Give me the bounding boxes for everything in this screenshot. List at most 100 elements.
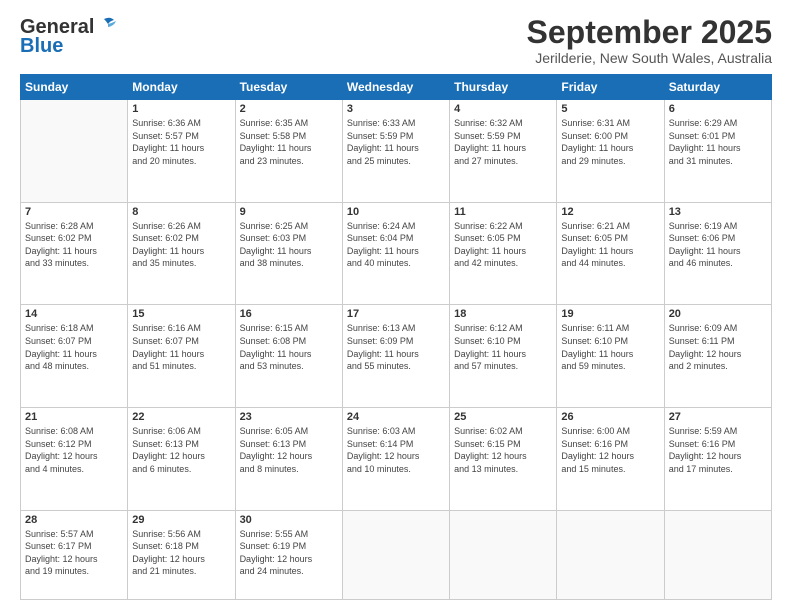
day-number: 26 bbox=[561, 411, 659, 423]
day-number: 25 bbox=[454, 411, 552, 423]
day-info: Sunrise: 6:33 AM Sunset: 5:59 PM Dayligh… bbox=[347, 117, 445, 167]
logo-blue-text: Blue bbox=[20, 35, 63, 58]
page: General Blue September 2025 Jerilderie, … bbox=[0, 0, 792, 612]
day-info: Sunrise: 6:02 AM Sunset: 6:15 PM Dayligh… bbox=[454, 425, 552, 475]
logo: General Blue bbox=[20, 16, 118, 58]
calendar-cell: 4 Sunrise: 6:32 AM Sunset: 5:59 PM Daylig… bbox=[450, 100, 557, 203]
calendar-cell: 14Sunrise: 6:18 AM Sunset: 6:07 PM Dayli… bbox=[21, 305, 128, 408]
day-info: Sunrise: 6:09 AM Sunset: 6:11 PM Dayligh… bbox=[669, 322, 767, 372]
day-info: Sunrise: 5:57 AM Sunset: 6:17 PM Dayligh… bbox=[25, 528, 123, 578]
day-info: Sunrise: 6:08 AM Sunset: 6:12 PM Dayligh… bbox=[25, 425, 123, 475]
day-number: 19 bbox=[561, 308, 659, 320]
calendar-cell: 3 Sunrise: 6:33 AM Sunset: 5:59 PM Daylig… bbox=[342, 100, 449, 203]
logo-bird-icon bbox=[96, 15, 118, 37]
calendar-cell: 12 Sunrise: 6:21 AM Sunset: 6:05 PM Dayli… bbox=[557, 202, 664, 305]
day-number: 9 bbox=[240, 206, 338, 218]
day-number: 1 bbox=[132, 103, 230, 115]
day-info: Sunrise: 6:13 AM Sunset: 6:09 PM Dayligh… bbox=[347, 322, 445, 372]
day-info: Sunrise: 6:12 AM Sunset: 6:10 PM Dayligh… bbox=[454, 322, 552, 372]
calendar-cell: 22 Sunrise: 6:06 AM Sunset: 6:13 PM Dayli… bbox=[128, 407, 235, 510]
calendar-cell: 23Sunrise: 6:05 AM Sunset: 6:13 PM Dayli… bbox=[235, 407, 342, 510]
calendar-cell: 25 Sunrise: 6:02 AM Sunset: 6:15 PM Dayli… bbox=[450, 407, 557, 510]
calendar-cell bbox=[342, 510, 449, 599]
day-info: Sunrise: 6:26 AM Sunset: 6:02 PM Dayligh… bbox=[132, 220, 230, 270]
calendar-cell: 9Sunrise: 6:25 AM Sunset: 6:03 PM Daylig… bbox=[235, 202, 342, 305]
header: General Blue September 2025 Jerilderie, … bbox=[20, 16, 772, 66]
day-number: 15 bbox=[132, 308, 230, 320]
day-number: 11 bbox=[454, 206, 552, 218]
day-number: 10 bbox=[347, 206, 445, 218]
header-sunday: Sunday bbox=[21, 75, 128, 100]
header-wednesday: Wednesday bbox=[342, 75, 449, 100]
day-number: 20 bbox=[669, 308, 767, 320]
calendar-cell: 24 Sunrise: 6:03 AM Sunset: 6:14 PM Dayli… bbox=[342, 407, 449, 510]
calendar-cell bbox=[450, 510, 557, 599]
calendar-cell bbox=[21, 100, 128, 203]
day-info: Sunrise: 6:18 AM Sunset: 6:07 PM Dayligh… bbox=[25, 322, 123, 372]
calendar-cell bbox=[557, 510, 664, 599]
calendar-cell: 30 Sunrise: 5:55 AM Sunset: 6:19 PM Dayli… bbox=[235, 510, 342, 599]
calendar-cell: 10 Sunrise: 6:24 AM Sunset: 6:04 PM Dayli… bbox=[342, 202, 449, 305]
calendar-cell: 1 Sunrise: 6:36 AM Sunset: 5:57 PM Daylig… bbox=[128, 100, 235, 203]
calendar-cell: 16Sunrise: 6:15 AM Sunset: 6:08 PM Dayli… bbox=[235, 305, 342, 408]
day-number: 21 bbox=[25, 411, 123, 423]
day-number: 16 bbox=[240, 308, 338, 320]
day-info: Sunrise: 6:31 AM Sunset: 6:00 PM Dayligh… bbox=[561, 117, 659, 167]
calendar-cell: 19 Sunrise: 6:11 AM Sunset: 6:10 PM Dayli… bbox=[557, 305, 664, 408]
header-monday: Monday bbox=[128, 75, 235, 100]
day-info: Sunrise: 6:32 AM Sunset: 5:59 PM Dayligh… bbox=[454, 117, 552, 167]
day-number: 5 bbox=[561, 103, 659, 115]
day-info: Sunrise: 6:28 AM Sunset: 6:02 PM Dayligh… bbox=[25, 220, 123, 270]
day-info: Sunrise: 6:24 AM Sunset: 6:04 PM Dayligh… bbox=[347, 220, 445, 270]
day-number: 13 bbox=[669, 206, 767, 218]
day-number: 28 bbox=[25, 514, 123, 526]
day-info: Sunrise: 6:03 AM Sunset: 6:14 PM Dayligh… bbox=[347, 425, 445, 475]
day-info: Sunrise: 6:29 AM Sunset: 6:01 PM Dayligh… bbox=[669, 117, 767, 167]
header-thursday: Thursday bbox=[450, 75, 557, 100]
header-friday: Friday bbox=[557, 75, 664, 100]
day-info: Sunrise: 6:11 AM Sunset: 6:10 PM Dayligh… bbox=[561, 322, 659, 372]
day-info: Sunrise: 6:00 AM Sunset: 6:16 PM Dayligh… bbox=[561, 425, 659, 475]
day-info: Sunrise: 6:19 AM Sunset: 6:06 PM Dayligh… bbox=[669, 220, 767, 270]
day-info: Sunrise: 6:21 AM Sunset: 6:05 PM Dayligh… bbox=[561, 220, 659, 270]
day-info: Sunrise: 5:56 AM Sunset: 6:18 PM Dayligh… bbox=[132, 528, 230, 578]
day-info: Sunrise: 6:05 AM Sunset: 6:13 PM Dayligh… bbox=[240, 425, 338, 475]
calendar-cell: 21 Sunrise: 6:08 AM Sunset: 6:12 PM Dayli… bbox=[21, 407, 128, 510]
calendar-cell: 7Sunrise: 6:28 AM Sunset: 6:02 PM Daylig… bbox=[21, 202, 128, 305]
calendar-cell: 27 Sunrise: 5:59 AM Sunset: 6:16 PM Dayli… bbox=[664, 407, 771, 510]
day-number: 17 bbox=[347, 308, 445, 320]
calendar-cell: 17 Sunrise: 6:13 AM Sunset: 6:09 PM Dayli… bbox=[342, 305, 449, 408]
day-number: 24 bbox=[347, 411, 445, 423]
day-info: Sunrise: 5:59 AM Sunset: 6:16 PM Dayligh… bbox=[669, 425, 767, 475]
calendar-cell: 18 Sunrise: 6:12 AM Sunset: 6:10 PM Dayli… bbox=[450, 305, 557, 408]
day-number: 4 bbox=[454, 103, 552, 115]
day-number: 6 bbox=[669, 103, 767, 115]
day-info: Sunrise: 6:22 AM Sunset: 6:05 PM Dayligh… bbox=[454, 220, 552, 270]
day-info: Sunrise: 6:06 AM Sunset: 6:13 PM Dayligh… bbox=[132, 425, 230, 475]
day-number: 29 bbox=[132, 514, 230, 526]
calendar-cell: 11 Sunrise: 6:22 AM Sunset: 6:05 PM Dayli… bbox=[450, 202, 557, 305]
calendar-cell: 28 Sunrise: 5:57 AM Sunset: 6:17 PM Dayli… bbox=[21, 510, 128, 599]
day-info: Sunrise: 6:16 AM Sunset: 6:07 PM Dayligh… bbox=[132, 322, 230, 372]
calendar-cell: 6 Sunrise: 6:29 AM Sunset: 6:01 PM Daylig… bbox=[664, 100, 771, 203]
day-info: Sunrise: 5:55 AM Sunset: 6:19 PM Dayligh… bbox=[240, 528, 338, 578]
day-number: 3 bbox=[347, 103, 445, 115]
day-number: 2 bbox=[240, 103, 338, 115]
calendar-cell bbox=[664, 510, 771, 599]
calendar-cell: 8Sunrise: 6:26 AM Sunset: 6:02 PM Daylig… bbox=[128, 202, 235, 305]
day-number: 22 bbox=[132, 411, 230, 423]
calendar-header-row: Sunday Monday Tuesday Wednesday Thursday… bbox=[21, 75, 772, 100]
calendar-cell: 2Sunrise: 6:35 AM Sunset: 5:58 PM Daylig… bbox=[235, 100, 342, 203]
header-saturday: Saturday bbox=[664, 75, 771, 100]
day-number: 18 bbox=[454, 308, 552, 320]
location: Jerilderie, New South Wales, Australia bbox=[527, 50, 772, 66]
calendar-cell: 5 Sunrise: 6:31 AM Sunset: 6:00 PM Daylig… bbox=[557, 100, 664, 203]
day-number: 27 bbox=[669, 411, 767, 423]
day-number: 12 bbox=[561, 206, 659, 218]
day-info: Sunrise: 6:36 AM Sunset: 5:57 PM Dayligh… bbox=[132, 117, 230, 167]
calendar-cell: 20 Sunrise: 6:09 AM Sunset: 6:11 PM Dayli… bbox=[664, 305, 771, 408]
title-section: September 2025 Jerilderie, New South Wal… bbox=[527, 16, 772, 66]
month-title: September 2025 bbox=[527, 16, 772, 48]
header-tuesday: Tuesday bbox=[235, 75, 342, 100]
day-number: 30 bbox=[240, 514, 338, 526]
